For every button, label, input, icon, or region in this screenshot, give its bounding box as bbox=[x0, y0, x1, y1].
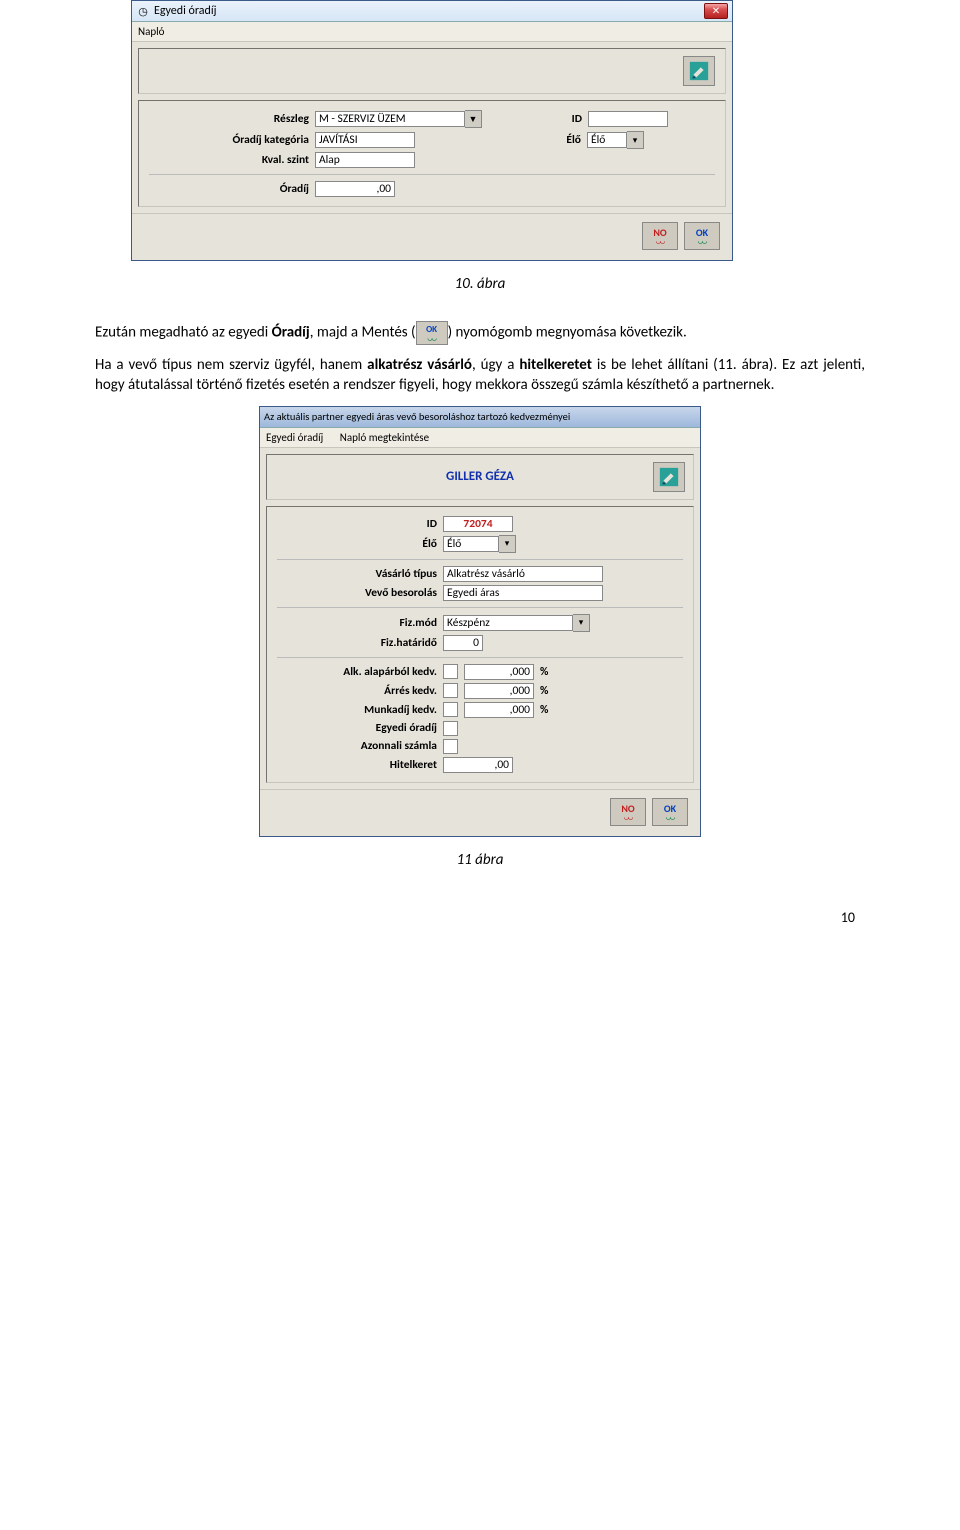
button-row: NO ◡◡ OK ◡◡ bbox=[132, 213, 732, 260]
label-id: ID bbox=[277, 517, 437, 531]
ok-button[interactable]: OK ◡◡ bbox=[652, 798, 688, 826]
menu-egyedi-oradij[interactable]: Egyedi óradíj bbox=[266, 431, 323, 444]
edit-icon[interactable] bbox=[653, 462, 685, 492]
checkbox-arres[interactable] bbox=[443, 683, 458, 698]
menubar[interactable]: Egyedi óradíj Napló megtekintése bbox=[260, 428, 700, 448]
field-hitelkeret[interactable]: ,00 bbox=[443, 757, 513, 773]
label-id: ID bbox=[552, 112, 582, 126]
form-area: ID 72074 Élő Élő ▾ Vásárló típus Alkatré… bbox=[266, 506, 694, 783]
button-row: NO ◡◡ OK ◡◡ bbox=[260, 789, 700, 836]
label-oradij: Óradíj bbox=[149, 182, 309, 196]
label-fizmod: Fiz.mód bbox=[277, 616, 437, 630]
field-vevo-besorolas[interactable]: Egyedi áras bbox=[443, 585, 603, 601]
field-kval[interactable]: Alap bbox=[315, 152, 415, 168]
field-elo[interactable]: Élő bbox=[587, 132, 627, 148]
field-id[interactable] bbox=[588, 111, 668, 127]
paragraph-1: Ezután megadható az egyedi Óradíj, majd … bbox=[95, 321, 865, 345]
page-number: 10 bbox=[95, 909, 865, 926]
figure-caption-10: 10. ábra bbox=[95, 275, 865, 293]
ok-button[interactable]: OK ◡◡ bbox=[684, 222, 720, 250]
checkbox-egyedi-oradij[interactable] bbox=[443, 721, 458, 736]
dropdown-icon[interactable]: ▼ bbox=[465, 110, 482, 128]
checkbox-munkadij[interactable] bbox=[443, 702, 458, 717]
percent-label: % bbox=[540, 703, 548, 717]
menu-naplo[interactable]: Napló bbox=[138, 25, 164, 38]
dropdown-icon[interactable]: ▾ bbox=[499, 535, 516, 553]
window-kedvezmenyek: Az aktuális partner egyedi áras vevő bes… bbox=[259, 406, 701, 837]
field-fizmod[interactable]: Készpénz bbox=[443, 615, 573, 631]
label-kategoria: Óradíj kategória bbox=[149, 133, 309, 147]
field-vasarlo-tipus[interactable]: Alkatrész vásárló bbox=[443, 566, 603, 582]
label-elo: Élő bbox=[551, 133, 581, 147]
label-azonnali-szamla: Azonnali számla bbox=[277, 739, 437, 753]
paragraph-2: Ha a vevő típus nem szerviz ügyfél, hane… bbox=[95, 355, 865, 396]
window-title: Az aktuális partner egyedi áras vevő bes… bbox=[264, 410, 570, 423]
app-icon: ◷ bbox=[136, 4, 150, 18]
label-egyedi-oradij: Egyedi óradíj bbox=[277, 721, 437, 735]
partner-name: GILLER GÉZA bbox=[446, 469, 514, 484]
close-icon[interactable]: ✕ bbox=[704, 3, 728, 19]
label-munkadij-kedv: Munkadíj kedv. bbox=[277, 703, 437, 717]
field-munkadij-kedv[interactable]: ,000 bbox=[464, 702, 534, 718]
label-vasarlo-tipus: Vásárló típus bbox=[277, 567, 437, 581]
label-reszleg: Részleg bbox=[149, 112, 309, 126]
header-strip: GILLER GÉZA bbox=[266, 454, 694, 500]
field-alk-kedv[interactable]: ,000 bbox=[464, 664, 534, 680]
field-oradij[interactable]: ,00 bbox=[315, 181, 395, 197]
dropdown-icon[interactable]: ▾ bbox=[573, 614, 590, 632]
titlebar[interactable]: Az aktuális partner egyedi áras vevő bes… bbox=[260, 407, 700, 428]
percent-label: % bbox=[540, 684, 548, 698]
edit-icon[interactable] bbox=[683, 56, 715, 86]
no-button[interactable]: NO ◡◡ bbox=[610, 798, 646, 826]
field-elo[interactable]: Élő bbox=[443, 536, 499, 552]
label-vevo-besorolas: Vevő besorolás bbox=[277, 586, 437, 600]
dropdown-icon[interactable]: ▾ bbox=[627, 131, 644, 149]
figure-caption-11: 11 ábra bbox=[95, 851, 865, 869]
field-id[interactable]: 72074 bbox=[443, 516, 513, 532]
form-area: Részleg M - SZERVIZ ÜZEM ▼ ID Óradíj kat… bbox=[138, 100, 726, 207]
titlebar[interactable]: ◷ Egyedi óradíj ✕ bbox=[132, 1, 732, 22]
header-strip bbox=[138, 48, 726, 94]
label-hitelkeret: Hitelkeret bbox=[277, 758, 437, 772]
label-fizhatarido: Fiz.határidő bbox=[277, 636, 437, 650]
checkbox-azonnali[interactable] bbox=[443, 739, 458, 754]
menu-naplo-megtekintese[interactable]: Napló megtekintése bbox=[340, 431, 429, 444]
menubar[interactable]: Napló bbox=[132, 22, 732, 42]
window-title: Egyedi óradíj bbox=[154, 4, 216, 18]
no-button[interactable]: NO ◡◡ bbox=[642, 222, 678, 250]
checkbox-alk[interactable] bbox=[443, 664, 458, 679]
label-elo: Élő bbox=[277, 537, 437, 551]
label-alk-kedv: Alk. alapárból kedv. bbox=[277, 665, 437, 679]
label-kval: Kval. szint bbox=[149, 153, 309, 167]
label-arres-kedv: Árrés kedv. bbox=[277, 684, 437, 698]
field-kategoria[interactable]: JAVÍTÁSI bbox=[315, 132, 415, 148]
percent-label: % bbox=[540, 665, 548, 679]
field-arres-kedv[interactable]: ,000 bbox=[464, 683, 534, 699]
window-egyedi-oradij: ◷ Egyedi óradíj ✕ Napló Részleg M - SZER… bbox=[131, 0, 733, 261]
field-reszleg[interactable]: M - SZERVIZ ÜZEM bbox=[315, 111, 465, 127]
field-fizhatarido[interactable]: 0 bbox=[443, 635, 483, 651]
ok-icon-inline: OK◡◡ bbox=[416, 321, 448, 345]
